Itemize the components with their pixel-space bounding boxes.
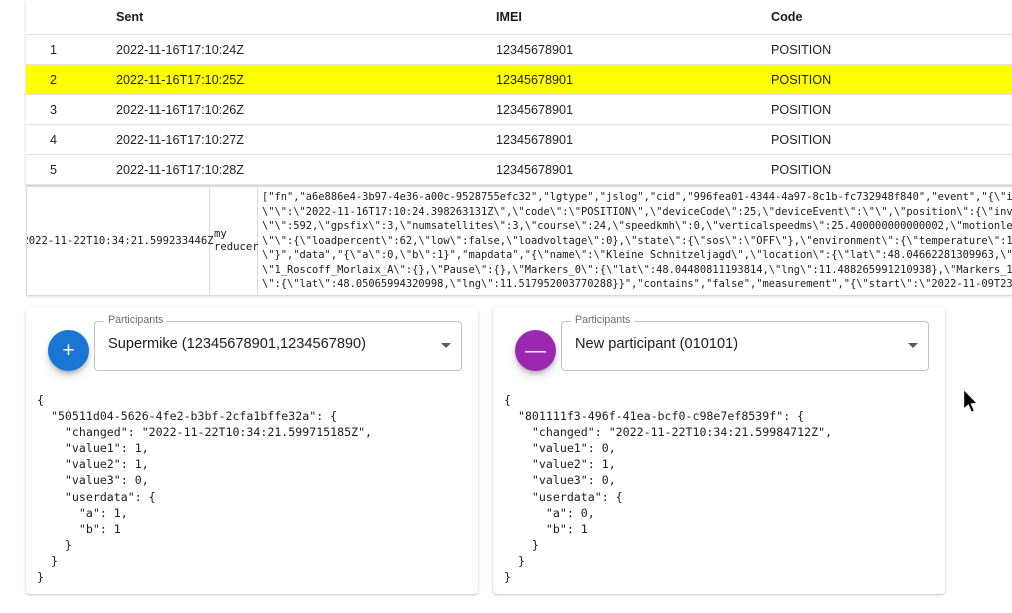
table-row[interactable]: 1 2022-11-16T17:10:24Z 12345678901 POSITION (26, 34, 1012, 65)
messages-table-head: Sent IMEI Code (26, 0, 1012, 35)
table-row[interactable]: 4 2022-11-16T17:10:27Z 12345678901 POSITION (26, 124, 1012, 155)
participants-select-right-legend: Participants (571, 314, 635, 326)
column-header-sent: Sent (116, 0, 496, 35)
participant-panel-left: + Participants Supermike (12345678901,12… (26, 307, 478, 594)
participants-select-left-legend: Participants (104, 314, 168, 326)
log-reducer-label: my reducer (210, 187, 259, 295)
table-row[interactable]: 3 2022-11-16T17:10:26Z 12345678901 POSITION (26, 94, 1012, 125)
log-timestamp: 2022-11-22T10:34:21.599233446Z (27, 187, 214, 295)
cell-code: POSITION (771, 64, 1012, 95)
cell-index: 1 (26, 34, 116, 65)
cell-code: POSITION (771, 34, 1012, 65)
cell-imei: 12345678901 (496, 64, 771, 95)
participants-select-left-value: Supermike (12345678901,1234567890) (108, 336, 367, 352)
participants-select-left[interactable]: Participants Supermike (12345678901,1234… (94, 314, 462, 371)
chevron-down-icon[interactable] (908, 343, 918, 348)
table-header-row: Sent IMEI Code (26, 0, 1012, 35)
cell-index: 2 (26, 64, 116, 95)
participant-right-json: { "801111f3-496f-41ea-bcf0-c98e7ef8539f"… (504, 393, 833, 585)
cell-sent: 2022-11-16T17:10:28Z (116, 154, 496, 185)
cell-sent: 2022-11-16T17:10:26Z (116, 94, 496, 125)
cell-index: 5 (26, 154, 116, 185)
participant-panel-right-header: — Participants New participant (010101) (493, 307, 945, 385)
cell-code: POSITION (771, 124, 1012, 155)
table-row[interactable]: 5 2022-11-16T17:10:28Z 12345678901 POSITION (26, 154, 1012, 185)
cell-sent: 2022-11-16T17:10:24Z (116, 34, 496, 65)
app-root: Sent IMEI Code 1 2022-11-16T17:10:24Z 1234… (0, 0, 1012, 613)
messages-table-card: Sent IMEI Code 1 2022-11-16T17:10:24Z 1234… (26, 0, 1012, 185)
column-header-index (26, 0, 116, 35)
mouse-cursor (962, 388, 980, 414)
add-participant-button[interactable]: + (48, 330, 89, 371)
participants-select-right[interactable]: Participants New participant (010101) (561, 314, 929, 371)
raw-log-row: 2022-11-22T10:34:21.599233446Z my reduce… (26, 186, 1012, 296)
column-header-imei: IMEI (496, 0, 771, 35)
cell-code: POSITION (771, 154, 1012, 185)
cell-sent: 2022-11-16T17:10:27Z (116, 124, 496, 155)
cell-imei: 12345678901 (496, 124, 771, 155)
cell-imei: 12345678901 (496, 94, 771, 125)
participant-panel-left-header: + Participants Supermike (12345678901,12… (26, 307, 478, 385)
remove-participant-button[interactable]: — (515, 330, 556, 371)
messages-table: Sent IMEI Code 1 2022-11-16T17:10:24Z 1234… (26, 0, 1012, 185)
chevron-down-icon[interactable] (441, 343, 451, 348)
cell-code: POSITION (771, 94, 1012, 125)
log-payload: ["fn","a6e886e4-3b97-4e36-a00c-9528755ef… (262, 191, 1012, 290)
participant-left-json: { "50511d04-5626-4fe2-b3bf-2cfa1bffe32a"… (37, 393, 373, 585)
cell-imei: 12345678901 (496, 34, 771, 65)
cell-index: 4 (26, 124, 116, 155)
column-header-code: Code (771, 0, 1012, 35)
messages-table-body: 1 2022-11-16T17:10:24Z 12345678901 POSITION… (26, 34, 1012, 185)
participant-panel-right: — Participants New participant (010101) … (493, 307, 945, 594)
table-row[interactable]: 2 2022-11-16T17:10:25Z 12345678901 POSITION (26, 64, 1012, 95)
cell-imei: 12345678901 (496, 154, 771, 185)
cell-sent: 2022-11-16T17:10:25Z (116, 64, 496, 95)
participants-select-right-value: New participant (010101) (575, 336, 739, 352)
cell-index: 3 (26, 94, 116, 125)
